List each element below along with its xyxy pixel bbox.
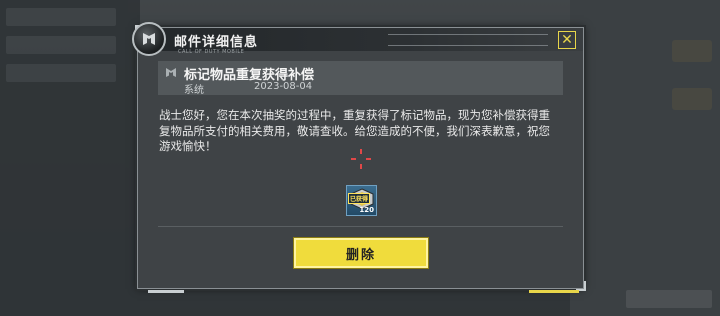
dialog-titlebar: 邮件详细信息 ✕: [138, 28, 583, 51]
dialog-title: 邮件详细信息: [174, 35, 259, 50]
attachment-count: 120: [359, 206, 374, 214]
close-button[interactable]: ✕: [558, 31, 576, 49]
game-logo-icon: [132, 22, 166, 56]
mail-type-icon: [166, 68, 176, 77]
attachment-item[interactable]: 已获得 120: [346, 185, 377, 216]
crosshair-icon: [351, 149, 371, 169]
close-icon: ✕: [561, 32, 573, 48]
dialog-bottom-accent: [148, 290, 184, 293]
mail-body: 战士您好，您在本次抽奖的过程中，重复获得了标记物品，现为您补偿获得重复物品所支付…: [159, 108, 550, 153]
delete-button[interactable]: 删除: [293, 237, 429, 269]
divider: [158, 226, 563, 227]
titlebar-decoration: [388, 34, 548, 46]
mail-header: 标记物品重复获得补偿 系统 2023-08-04: [158, 61, 563, 96]
acquired-badge: 已获得: [348, 193, 371, 204]
dialog-bottom-accent: [529, 290, 579, 293]
mail-sender: 系统: [184, 85, 204, 96]
mail-date: 2023-08-04: [254, 81, 313, 92]
logo-caption: CALL OF DUTY MOBILE: [178, 49, 245, 55]
mail-detail-dialog: 邮件详细信息 ✕ CALL OF DUTY MOBILE 标记物品重复获得补偿 …: [132, 22, 586, 293]
